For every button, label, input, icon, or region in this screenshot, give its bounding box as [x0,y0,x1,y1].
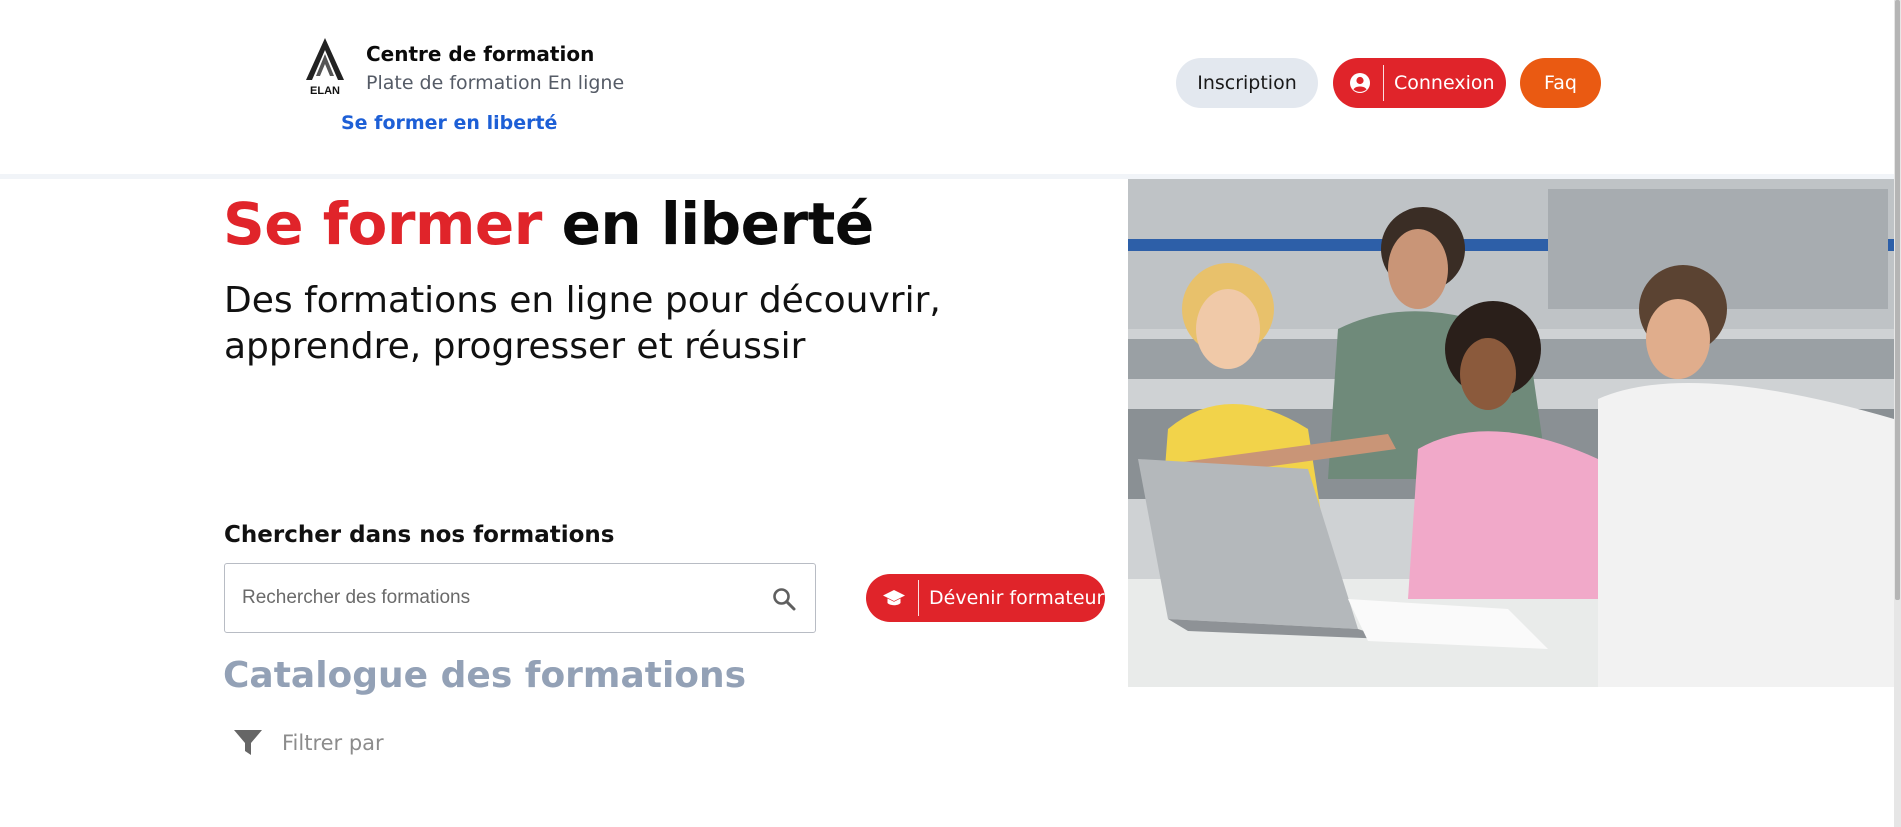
hero-title: Se former en liberté [223,190,874,258]
hero-title-highlight: Se former [223,190,542,258]
become-trainer-label: Dévenir formateur [929,587,1105,609]
search-input[interactable] [242,587,742,609]
elan-logo[interactable]: ELAN [302,36,348,98]
hero-title-rest: en liberté [561,190,875,258]
search-field[interactable] [224,563,816,633]
user-circle-icon [1350,73,1370,93]
hero-subtitle: Des formations en ligne pour découvrir, … [224,280,941,367]
inscription-label: Inscription [1197,72,1297,94]
brand-tagline: Se former en liberté [341,112,558,134]
graduation-cap-icon [883,590,905,606]
search-icon[interactable] [771,586,797,612]
filter-control[interactable]: Filtrer par [232,728,384,758]
site-header: ELAN Centre de formation Plate de format… [0,0,1894,174]
faq-button[interactable]: Faq [1520,58,1601,108]
button-divider [918,580,919,616]
brand-subtitle: Plate de formation En ligne [366,72,625,94]
button-divider [1383,65,1384,101]
become-trainer-button[interactable]: Dévenir formateur [866,574,1105,622]
brand-title: Centre de formation [366,42,595,66]
students-photo-illustration [1128,179,1894,687]
connexion-label: Connexion [1394,72,1495,94]
search-label: Chercher dans nos formations [224,522,615,548]
funnel-icon [234,730,262,755]
inscription-button[interactable]: Inscription [1176,58,1318,108]
faq-label: Faq [1544,72,1577,94]
hero-photo [1128,179,1894,687]
filter-label: Filtrer par [282,731,384,755]
scrollbar-thumb[interactable] [1895,0,1900,600]
connexion-button[interactable]: Connexion [1333,58,1506,108]
svg-text:ELAN: ELAN [310,85,340,97]
catalogue-title: Catalogue des formations [223,655,747,696]
